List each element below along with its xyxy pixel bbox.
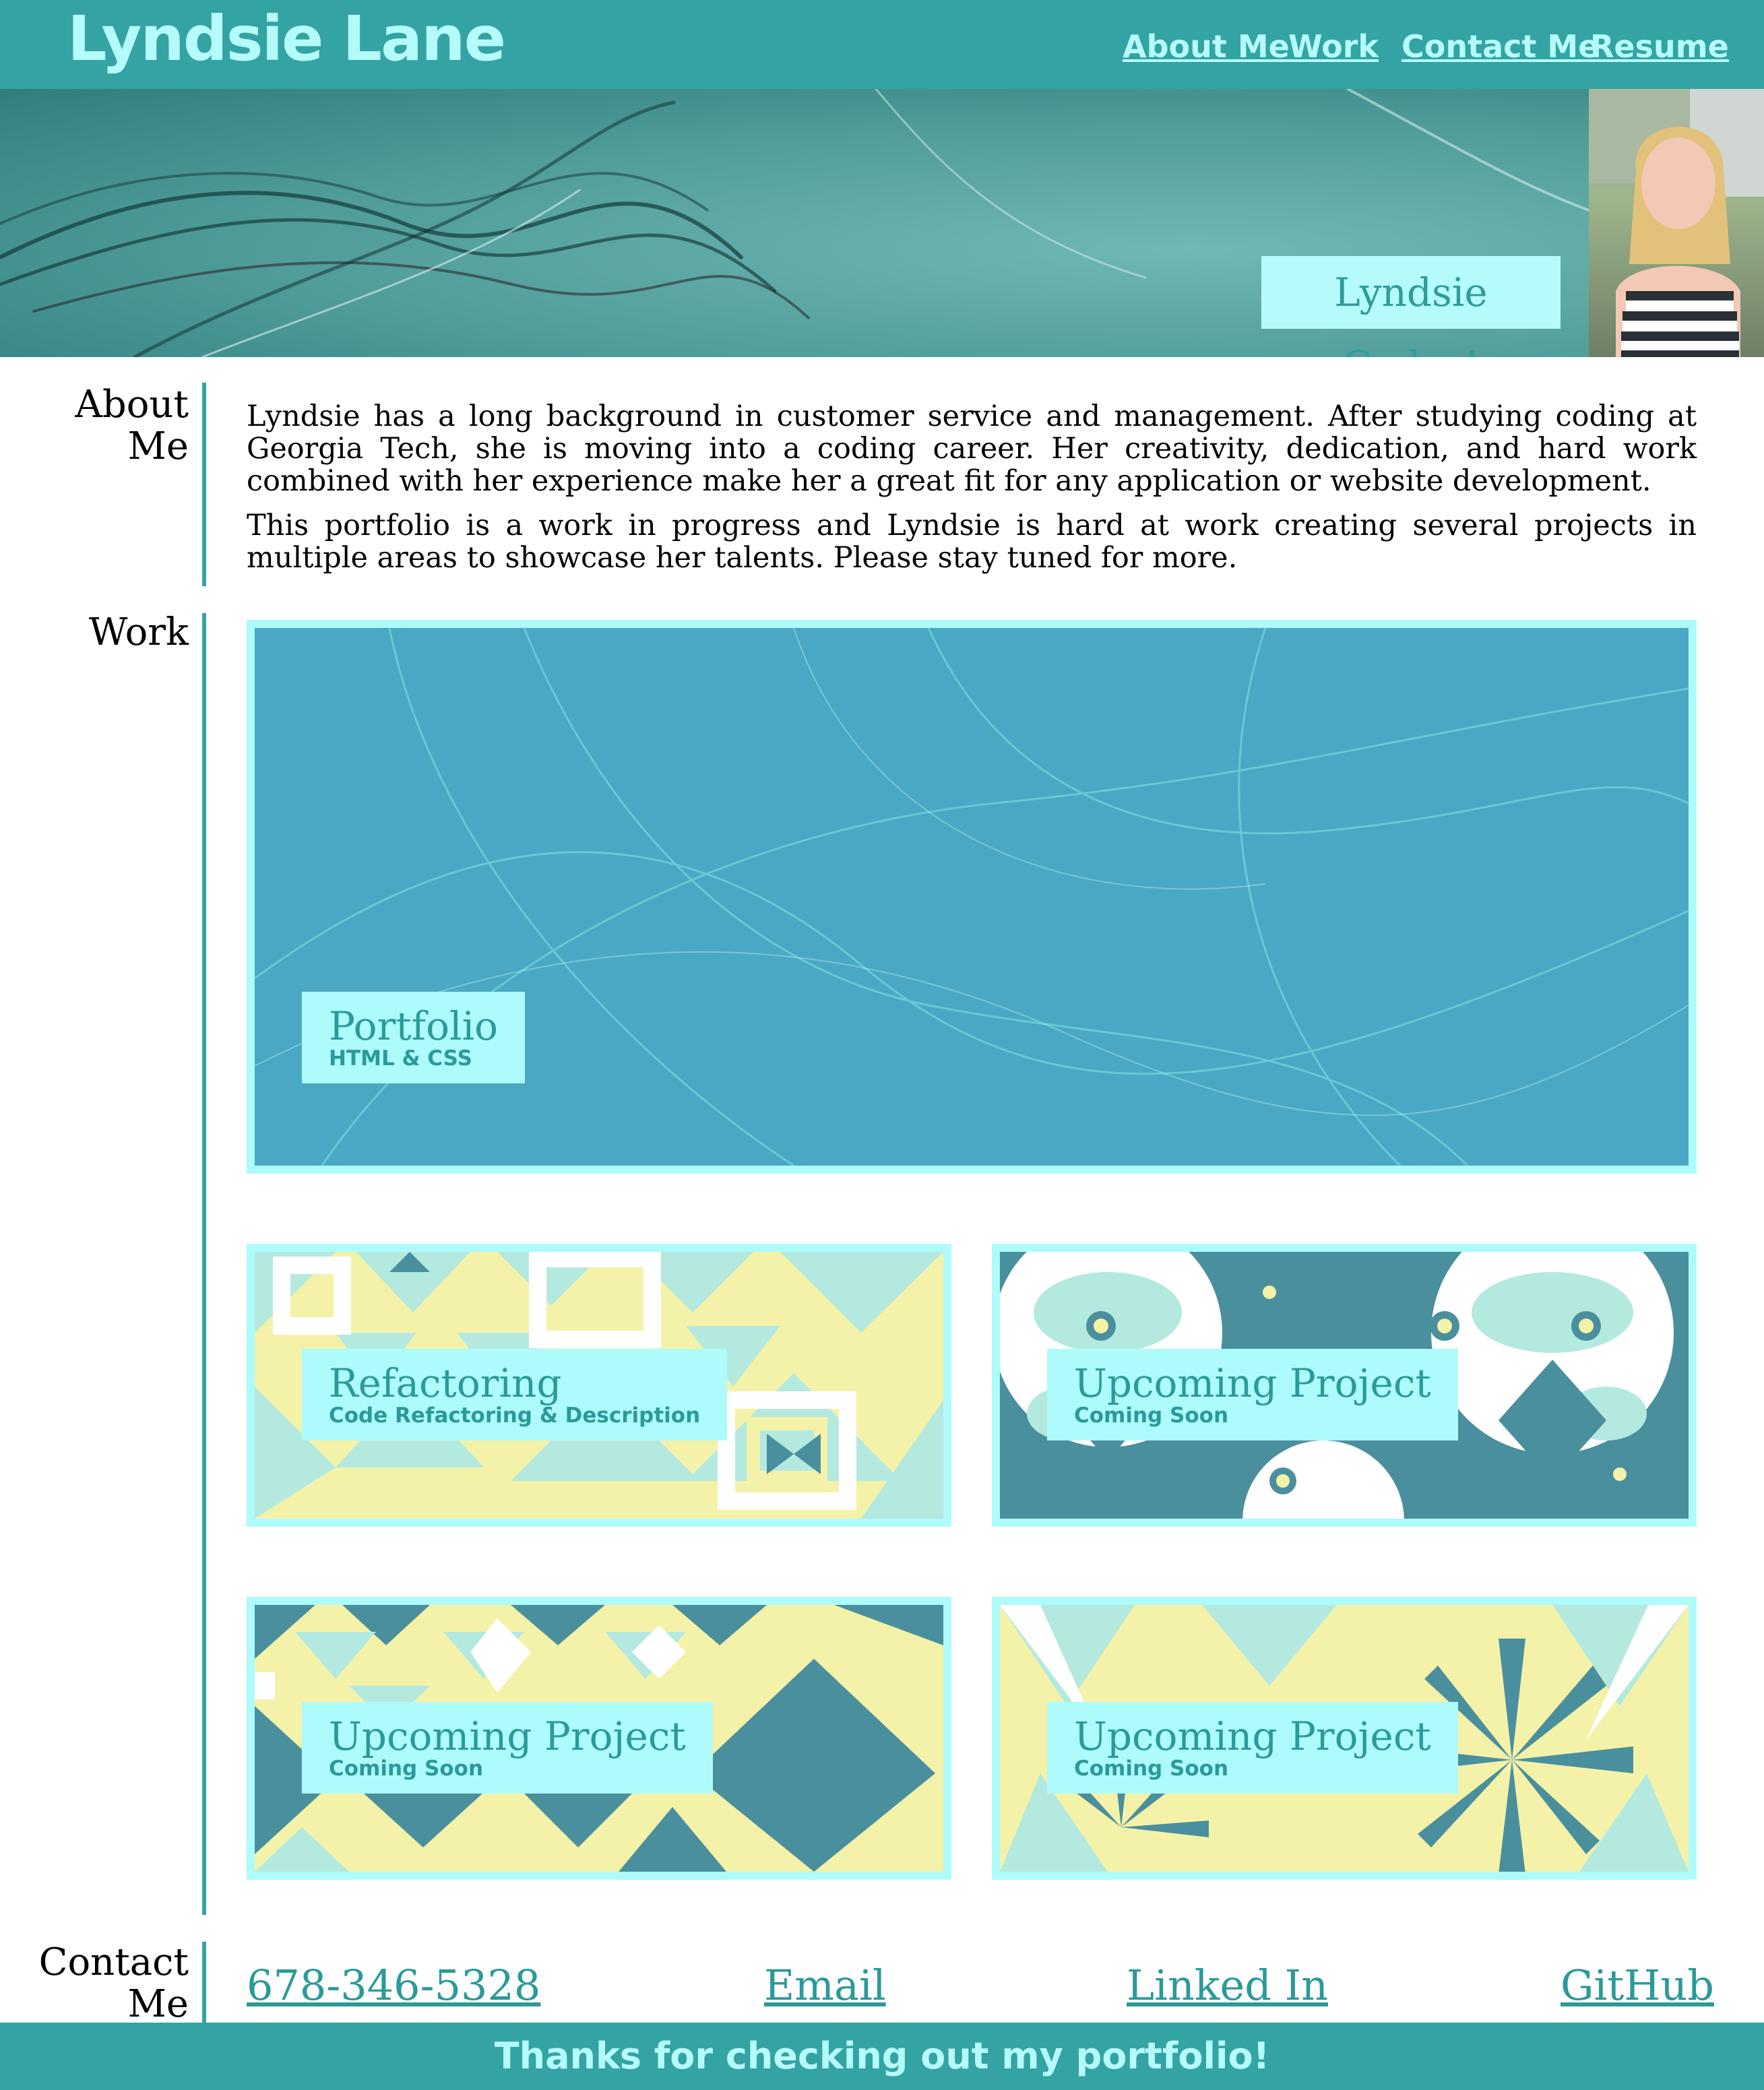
about-paragraph-1: Lyndsie has a long background in custome…: [247, 400, 1697, 498]
contact-github-link[interactable]: GitHub: [1561, 1961, 1714, 2010]
project-tile-upcoming-2[interactable]: Upcoming Project Coming Soon: [247, 1597, 951, 1880]
refactoring-subtitle: Code Refactoring & Description: [329, 1403, 701, 1428]
upcoming-1-subtitle: Coming Soon: [1074, 1403, 1229, 1428]
contact-phone-link[interactable]: 678-346-5328: [247, 1961, 540, 2010]
hero-tagline: Lyndsie Codes!: [1261, 256, 1561, 357]
about-divider: [202, 383, 206, 586]
project-tile-portfolio[interactable]: Portfolio HTML & CSS: [247, 620, 1697, 1174]
profile-photo: [1589, 89, 1764, 357]
upcoming-1-label: Upcoming Project Coming Soon: [1047, 1349, 1458, 1440]
about-paragraph-2: This portfolio is a work in progress and…: [247, 509, 1697, 575]
upcoming-2-subtitle: Coming Soon: [329, 1756, 484, 1781]
contact-linkedin-link[interactable]: Linked In: [1127, 1961, 1328, 2010]
upcoming-1-title: Upcoming Project: [1074, 1360, 1431, 1406]
upcoming-3-label: Upcoming Project Coming Soon: [1047, 1702, 1458, 1794]
upcoming-3-title: Upcoming Project: [1074, 1713, 1431, 1759]
contact-heading: Contact Me: [38, 1940, 189, 2026]
upcoming-2-label: Upcoming Project Coming Soon: [302, 1702, 713, 1794]
nav-contact-me[interactable]: Contact Me: [1401, 28, 1599, 65]
portfolio-subtitle: HTML & CSS: [329, 1046, 472, 1071]
nav-about-me[interactable]: About Me: [1123, 28, 1290, 65]
nav-work[interactable]: Work: [1288, 28, 1379, 65]
profile-photo-art: [1589, 89, 1764, 357]
work-heading: Work: [88, 610, 189, 654]
project-tile-upcoming-3[interactable]: Upcoming Project Coming Soon: [992, 1597, 1697, 1880]
project-tile-upcoming-1[interactable]: Upcoming Project Coming Soon: [992, 1244, 1697, 1527]
about-heading: About Me: [75, 383, 189, 468]
upcoming-3-subtitle: Coming Soon: [1074, 1756, 1229, 1781]
site-brand[interactable]: Lyndsie Lane: [67, 3, 506, 75]
portfolio-tile-art: [255, 628, 1689, 1166]
project-tile-refactoring[interactable]: Refactoring Code Refactoring & Descripti…: [247, 1244, 951, 1527]
nav-resume[interactable]: Resume: [1590, 28, 1729, 65]
upcoming-2-title: Upcoming Project: [329, 1713, 686, 1759]
portfolio-title: Portfolio: [329, 1003, 499, 1049]
contact-email-link[interactable]: Email: [764, 1961, 886, 2010]
contact-divider: [202, 1942, 206, 2023]
hero-banner: Lyndsie Codes!: [0, 89, 1589, 357]
portfolio-label: Portfolio HTML & CSS: [302, 992, 526, 1083]
work-divider: [202, 613, 206, 1915]
refactoring-label: Refactoring Code Refactoring & Descripti…: [302, 1349, 728, 1440]
refactoring-title: Refactoring: [329, 1360, 562, 1406]
site-footer: Thanks for checking out my portfolio!: [0, 2023, 1764, 2090]
site-header: Lyndsie Lane About Me Work Contact Me Re…: [0, 0, 1764, 89]
